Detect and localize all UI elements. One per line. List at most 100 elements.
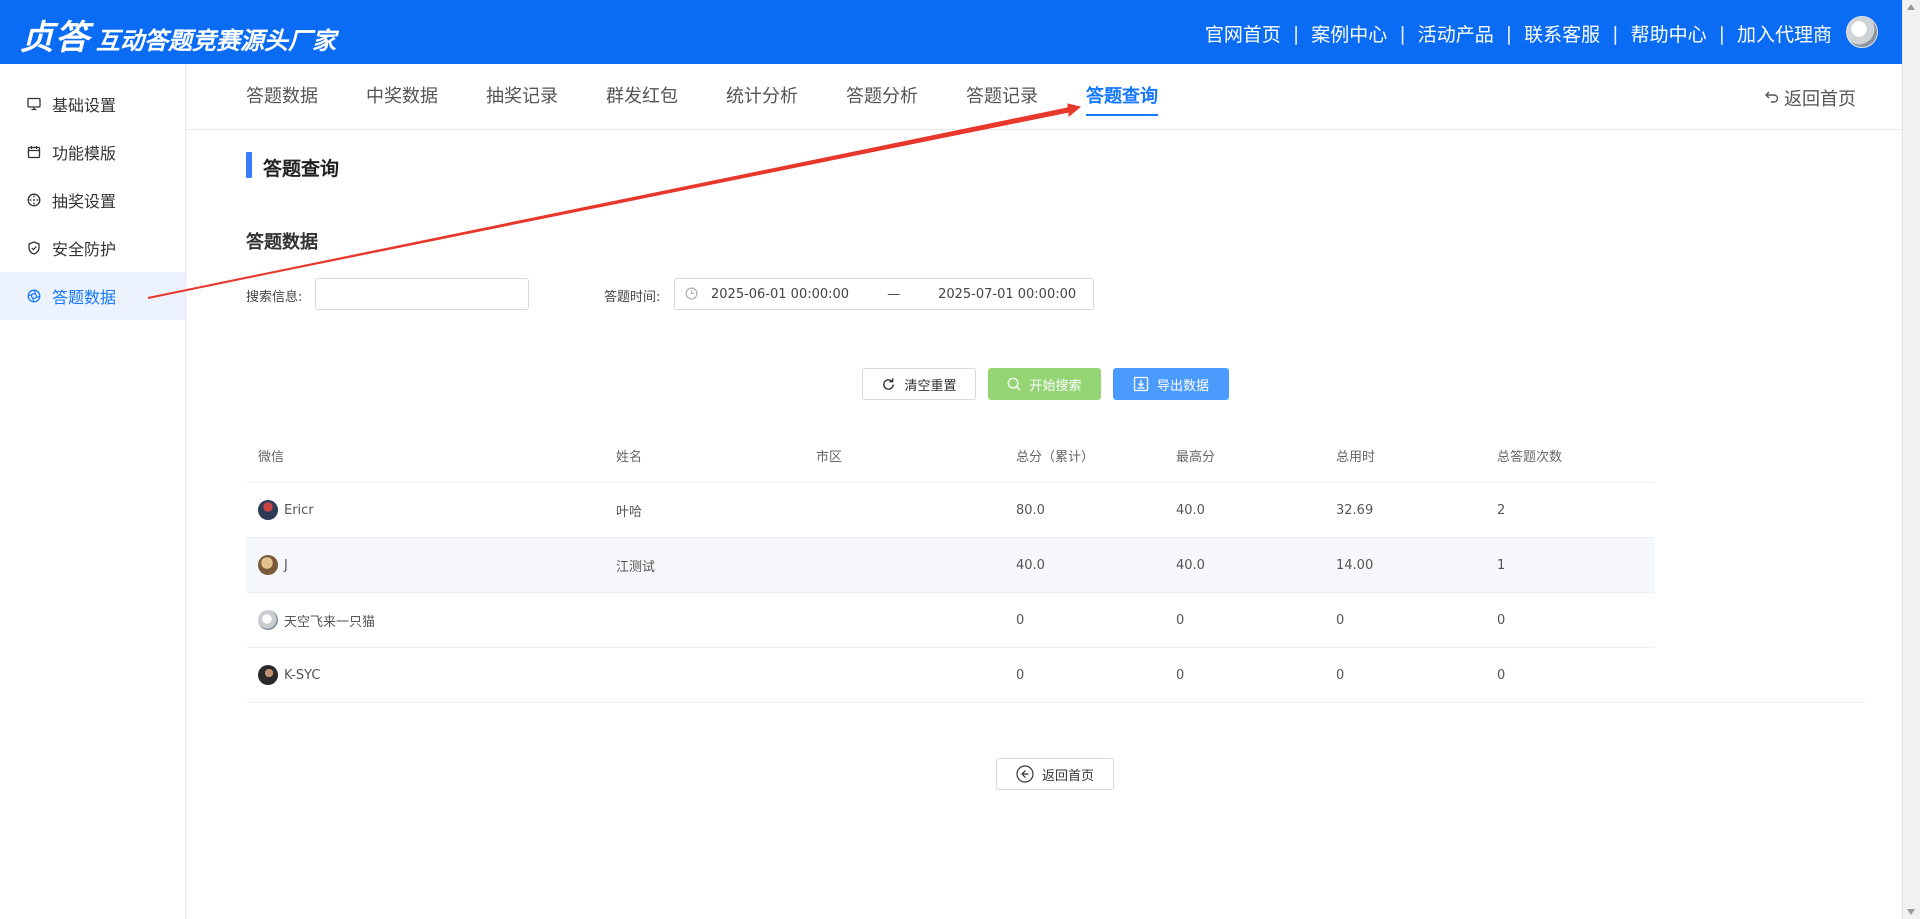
- search-input[interactable]: [315, 278, 529, 310]
- total-time-cell: 0: [1336, 612, 1345, 628]
- column-header-city: 市区: [816, 449, 843, 465]
- answer-count-cell: 0: [1497, 612, 1506, 628]
- brand-logo[interactable]: 贞答 互动答题竞赛源头厂家: [20, 10, 336, 59]
- nav-case-center[interactable]: 案例中心: [1311, 20, 1387, 47]
- total-score-cell: 0: [1016, 612, 1025, 628]
- answer-table: 微信 姓名 市区 总分（累计） 最高分 总用时 总答题次数 Ericr 叶哈 8…: [246, 428, 1866, 703]
- arrow-left-circle-icon: [1016, 765, 1034, 783]
- sidebar-item-label: 安全防护: [52, 240, 117, 259]
- avatar: [258, 555, 278, 575]
- back-home-label: 返回首页: [1784, 89, 1856, 110]
- nav-join-agent[interactable]: 加入代理商: [1737, 20, 1832, 47]
- tab-bar: 答题数据 中奖数据 抽奖记录 群发红包 统计分析 答题分析 答题记录 答题查询 …: [187, 64, 1902, 130]
- end-date-input[interactable]: 2025-07-01 00:00:00: [938, 287, 1076, 302]
- export-button[interactable]: 导出数据: [1113, 368, 1229, 400]
- avatar: [258, 665, 278, 685]
- wechat-cell: K-SYC: [246, 665, 616, 685]
- nav-products[interactable]: 活动产品: [1418, 20, 1494, 47]
- max-score-cell: 0: [1176, 612, 1185, 628]
- sidebar-item-basic-settings[interactable]: 基础设置: [0, 80, 185, 128]
- user-avatar[interactable]: [1846, 16, 1878, 48]
- top-nav: 官网首页 | 案例中心 | 活动产品 | 联系客服 | 帮助中心 | 加入代理商: [1205, 20, 1832, 47]
- reset-button[interactable]: 清空重置: [862, 368, 976, 400]
- range-separator: —: [887, 286, 901, 302]
- tab-lottery-records[interactable]: 抽奖记录: [486, 82, 558, 108]
- column-header-wechat: 微信: [258, 449, 285, 465]
- nav-separator: |: [1612, 22, 1619, 45]
- monitor-icon: [26, 96, 42, 112]
- clock-icon: [685, 287, 699, 301]
- sidebar-item-lottery-settings[interactable]: 抽奖设置: [0, 176, 185, 224]
- back-home-button-label: 返回首页: [1041, 768, 1094, 784]
- answer-time-label: 答题时间:: [604, 290, 661, 305]
- tab-answer-analysis[interactable]: 答题分析: [846, 82, 918, 108]
- tab-answer-records[interactable]: 答题记录: [966, 82, 1038, 108]
- search-label: 搜索信息:: [246, 290, 303, 305]
- start-date-input[interactable]: 2025-06-01 00:00:00: [711, 287, 849, 302]
- tab-answer-query[interactable]: 答题查询: [1086, 82, 1158, 116]
- download-icon: [1133, 376, 1149, 392]
- tab-group-red-packets[interactable]: 群发红包: [606, 82, 678, 108]
- total-time-cell: 32.69: [1336, 502, 1374, 518]
- max-score-cell: 0: [1176, 667, 1185, 683]
- sidebar-item-label: 基础设置: [52, 96, 117, 115]
- table-row[interactable]: Ericr 叶哈 80.0 40.0 32.69 2: [246, 483, 1655, 538]
- column-header-name: 姓名: [616, 449, 643, 465]
- column-header-total-time: 总用时: [1336, 449, 1376, 465]
- main-content: 答题数据 中奖数据 抽奖记录 群发红包 统计分析 答题分析 答题记录 答题查询 …: [187, 64, 1902, 919]
- nav-contact-support[interactable]: 联系客服: [1524, 20, 1600, 47]
- wechat-name: Ericr: [284, 502, 314, 518]
- scroll-up-icon[interactable]: [1907, 4, 1915, 10]
- aperture-icon: [26, 288, 42, 304]
- table-row[interactable]: 天空飞来一只猫 0 0 0 0: [246, 593, 1655, 648]
- total-score-cell: 40.0: [1016, 557, 1045, 573]
- table-header: 微信 姓名 市区 总分（累计） 最高分 总用时 总答题次数: [246, 428, 1655, 483]
- avatar: [258, 610, 278, 630]
- answer-count-cell: 1: [1497, 557, 1506, 573]
- wechat-cell: Ericr: [246, 500, 616, 520]
- shield-icon: [26, 240, 42, 256]
- top-header: 贞答 互动答题竞赛源头厂家 官网首页 | 案例中心 | 活动产品 | 联系客服 …: [0, 0, 1902, 64]
- nav-separator: |: [1399, 22, 1406, 45]
- export-button-label: 导出数据: [1156, 378, 1209, 394]
- name-cell: 江测试: [616, 559, 656, 575]
- undo-icon: [1764, 88, 1780, 109]
- back-home-button[interactable]: 返回首页: [996, 758, 1114, 790]
- search-button[interactable]: 开始搜索: [988, 368, 1101, 400]
- sidebar-item-label: 抽奖设置: [52, 192, 117, 211]
- table-row[interactable]: K-SYC 0 0 0 0: [246, 648, 1866, 703]
- table-row[interactable]: J 江测试 40.0 40.0 14.00 1: [246, 538, 1655, 593]
- total-time-cell: 0: [1336, 667, 1345, 683]
- wechat-cell: J: [246, 555, 616, 575]
- page-title: 答题查询: [263, 158, 340, 180]
- sidebar-item-security[interactable]: 安全防护: [0, 224, 185, 272]
- refresh-icon: [881, 377, 896, 392]
- total-score-cell: 80.0: [1016, 502, 1045, 518]
- column-header-answer-count: 总答题次数: [1497, 449, 1563, 465]
- calendar-icon: [26, 144, 42, 160]
- scroll-down-icon[interactable]: [1907, 909, 1915, 915]
- tab-statistics[interactable]: 统计分析: [726, 82, 798, 108]
- sidebar-item-label: 功能模版: [52, 144, 117, 163]
- back-home-link[interactable]: 返回首页: [1764, 85, 1856, 111]
- sidebar-item-templates[interactable]: 功能模版: [0, 128, 185, 176]
- total-time-cell: 14.00: [1336, 557, 1374, 573]
- answer-count-cell: 2: [1497, 502, 1506, 518]
- nav-help-center[interactable]: 帮助中心: [1631, 20, 1707, 47]
- sidebar-item-label: 答题数据: [52, 288, 117, 307]
- tab-answer-data[interactable]: 答题数据: [246, 82, 318, 108]
- sidebar: 基础设置 功能模版 抽奖设置 安全防护 答题数据: [0, 64, 186, 919]
- vertical-scrollbar[interactable]: [1902, 0, 1920, 919]
- wechat-cell: 天空飞来一只猫: [246, 610, 616, 630]
- nav-official-home[interactable]: 官网首页: [1205, 20, 1281, 47]
- avatar: [258, 500, 278, 520]
- nav-separator: |: [1292, 22, 1300, 45]
- column-header-total-score: 总分（累计）: [1016, 449, 1095, 465]
- compass-icon: [26, 192, 42, 208]
- date-range-picker[interactable]: 2025-06-01 00:00:00 — 2025-07-01 00:00:0…: [674, 278, 1094, 310]
- wechat-name: J: [284, 557, 288, 573]
- section-accent-bar: [246, 152, 252, 178]
- sidebar-item-answer-data[interactable]: 答题数据: [0, 272, 185, 320]
- max-score-cell: 40.0: [1176, 502, 1205, 518]
- tab-prize-data[interactable]: 中奖数据: [366, 82, 438, 108]
